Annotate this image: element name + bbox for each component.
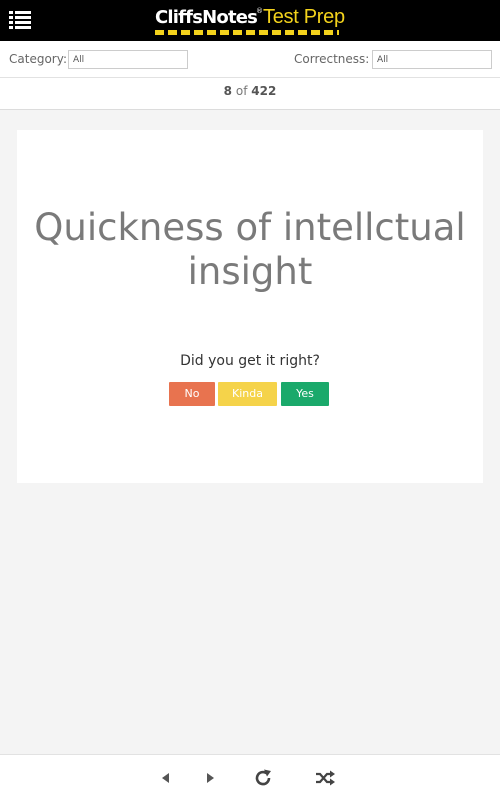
counter-total: 422 [251,84,277,98]
category-select[interactable]: All [68,50,188,69]
logo-brand: CliffsNotes [155,7,258,28]
no-button[interactable]: No [169,382,215,406]
category-label: Category: [9,52,67,66]
next-icon[interactable] [199,767,221,789]
question-line-2: insight [187,250,313,293]
counter-current: 8 [223,84,233,98]
shuffle-icon[interactable] [314,767,336,789]
filter-bar: Category: All Correctness: All [0,41,500,78]
card-counter: 8 of 422 [0,78,500,110]
logo-registered: ® [256,7,263,15]
question-text: Quickness of intellctual insight [17,206,483,294]
footer-toolbar [0,754,500,801]
correctness-select[interactable]: All [372,50,492,69]
logo-product: Test Prep [263,6,345,28]
app-header: CliffsNotes ® Test Prep [0,0,500,41]
correctness-label: Correctness: [294,52,370,66]
self-assessment-prompt: Did you get it right? [180,353,320,369]
counter-of: of [235,84,248,98]
refresh-icon[interactable] [252,767,274,789]
yes-button[interactable]: Yes [281,382,329,406]
question-line-1: Quickness of intellctual [34,206,466,249]
logo-stripe [155,30,339,35]
flashcard[interactable]: Quickness of intellctual insight Did you… [17,130,483,483]
prev-icon[interactable] [155,767,177,789]
kinda-button[interactable]: Kinda [218,382,277,406]
menu-icon[interactable] [9,10,31,30]
